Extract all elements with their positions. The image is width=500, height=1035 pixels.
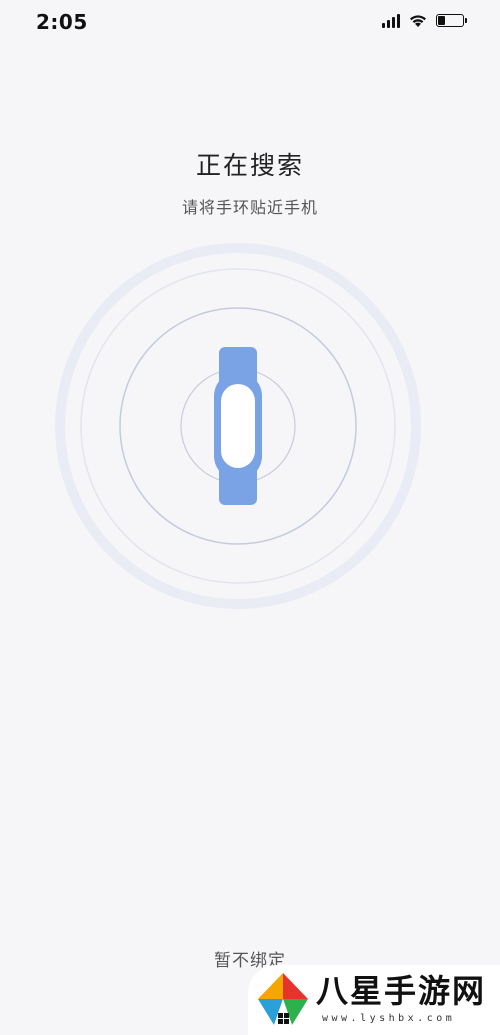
status-bar: 2:05 xyxy=(0,0,500,44)
page-title: 正在搜索 xyxy=(195,151,304,180)
watermark: 八星手游网 www.lyshbx.com xyxy=(248,965,500,1035)
battery-level-fill xyxy=(438,15,445,25)
wifi-icon xyxy=(410,14,426,27)
radar-ring-middle xyxy=(119,307,357,545)
watermark-name: 八星手游网 xyxy=(316,972,487,1010)
radar-ring-inner xyxy=(180,368,296,484)
page-subtitle: 请将手环贴近手机 xyxy=(181,198,318,217)
signal-icon xyxy=(382,12,400,28)
battery-icon xyxy=(436,13,467,27)
radar-glow-ring xyxy=(55,243,421,609)
status-time: 2:05 xyxy=(36,10,88,34)
band-icon xyxy=(214,347,262,505)
site-logo-icon xyxy=(258,973,308,1025)
watermark-url: www.lyshbx.com xyxy=(322,1013,456,1024)
radar-ring-outer xyxy=(80,268,396,584)
status-icons xyxy=(382,12,467,28)
